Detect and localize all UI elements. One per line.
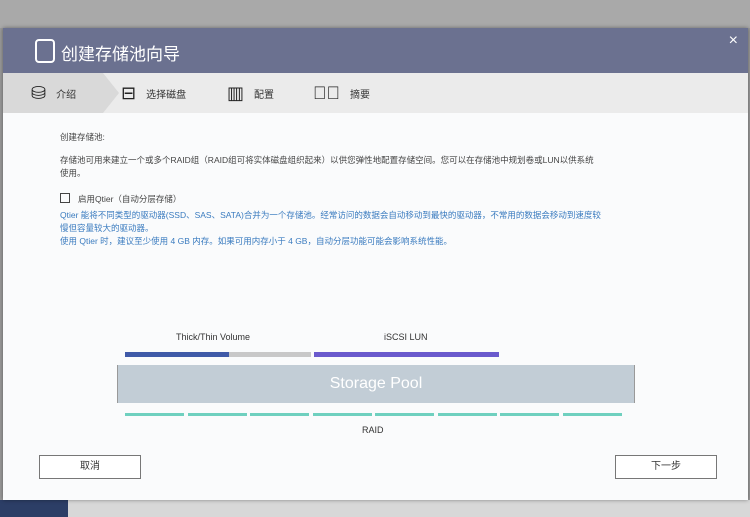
lun-label: iSCSI LUN [384,332,428,342]
raid-icon: ▥ [227,82,245,103]
volume-label: Thick/Thin Volume [176,332,251,342]
raid-group-segment [500,413,559,416]
raid-group-segment [375,413,434,416]
step-summary: ✓⃝ 摘要 [313,73,370,113]
database-icon [35,39,55,63]
step-intro: ⛁ 介绍 [3,73,119,113]
storage-pool-block: Storage Pool [117,365,635,403]
description-cont: 使用。 [60,168,86,178]
step-label: 选择磁盘 [146,89,187,101]
qtier-option[interactable]: 启用Qtier（自动分层存储） [60,193,700,206]
disk-drive-icon: ⊟ [121,82,137,103]
taskbar-block [0,500,68,517]
intro-content: 创建存储池: 存储池可用来建立一个或多个RAID组（RAID组可将实体磁盘组织起… [60,131,700,248]
raid-group-segment [187,413,247,416]
raid-group-segment [125,413,184,416]
heading: 创建存储池: [60,132,105,142]
qtier-info-cont: 慢但容量较大的驱动器。 [60,223,154,233]
raid-group-segment [312,413,372,416]
raid-group-segment [437,413,497,416]
step-configure: ▥ 配置 [227,73,274,113]
close-button[interactable]: × [729,32,738,50]
raid-group-segment [250,413,309,416]
qtier-checkbox[interactable] [60,193,70,203]
qtier-label: 启用Qtier（自动分层存储） [78,194,182,204]
step-select-disks: ⊟ 选择磁盘 [121,73,186,113]
wizard-steps: ⛁ 介绍 ⊟ 选择磁盘 ▥ 配置 ✓⃝ 摘要 [3,73,748,113]
step-label: 配置 [254,89,275,101]
qtier-memory-note: 使用 Qtier 时，建议至少使用 4 GB 内存。如果可用内存小于 4 GB，… [60,236,452,246]
background [0,0,750,28]
free-space-bar [229,352,311,357]
create-storage-pool-dialog: 创建存储池向导 × ⛁ 介绍 ⊟ 选择磁盘 ▥ 配置 ✓⃝ 摘要 创建存储池: 存储池可… [3,28,748,500]
dialog-header: 创建存储池向导 × [3,28,748,73]
raid-label: RAID [362,425,384,435]
volume-bar [125,352,229,357]
raid-group-segment [562,413,622,416]
step-label: 介绍 [56,89,77,101]
background-taskbar [0,500,750,517]
qtier-info: Qtier 能将不同类型的驱动器(SSD、SAS、SATA)合并为一个存储池。经… [60,210,601,220]
description: 存储池可用来建立一个或多个RAID组（RAID组可将实体磁盘组织起来）以供您弹性… [60,155,594,165]
cancel-button[interactable]: 取消 [39,455,141,479]
lun-bar [314,352,499,357]
check-circle-icon: ✓⃝ [313,82,340,103]
next-button[interactable]: 下一步 [615,455,717,479]
step-label: 摘要 [350,89,370,101]
disks-icon: ⛁ [31,82,47,103]
dialog-title: 创建存储池向导 [61,45,180,64]
